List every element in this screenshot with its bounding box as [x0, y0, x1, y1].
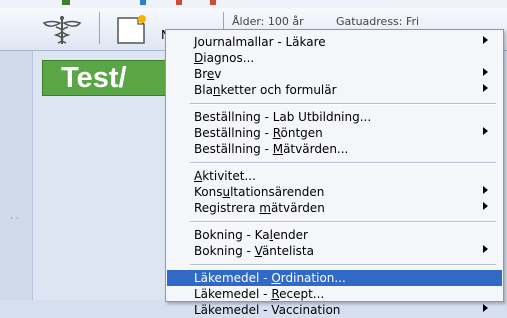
menu-item-brev[interactable]: Brev	[167, 66, 502, 82]
submenu-arrow-icon	[483, 36, 488, 44]
menu-item-läkemedel-ordination[interactable]: Läkemedel - Ordination...	[167, 270, 502, 286]
patient-banner: Test/	[42, 60, 184, 96]
menu-separator	[190, 103, 496, 105]
left-panel	[0, 51, 33, 300]
new-document-icon[interactable]	[112, 13, 150, 45]
menu-item-label: Beställning - Röntgen	[194, 126, 323, 140]
menu-separator	[190, 221, 496, 223]
menu-item-bokning-väntelista[interactable]: Bokning - Väntelista	[167, 243, 502, 259]
submenu-arrow-icon	[483, 127, 488, 135]
menu-item-label: Registrera mätvärden	[194, 201, 325, 215]
menu-separator	[190, 162, 496, 164]
menu-item-label: Beställning - Lab Utbildning...	[194, 110, 372, 124]
menu-item-diagnos[interactable]: Diagnos...	[167, 50, 502, 66]
tick-mark: · ·	[10, 214, 19, 224]
menu-item-läkemedel-vaccination[interactable]: Läkemedel - Vaccination	[167, 302, 502, 318]
menu-item-label: Konsultationsärenden	[194, 185, 325, 199]
caduceus-icon[interactable]	[40, 15, 84, 45]
submenu-arrow-icon	[483, 202, 488, 210]
menu-item-beställning-lab-utbildning[interactable]: Beställning - Lab Utbildning...	[167, 109, 502, 125]
menu-item-label: Brev	[194, 67, 222, 81]
menu-item-label: Aktivitet...	[194, 169, 256, 183]
submenu-arrow-icon	[483, 84, 488, 92]
menu-item-konsultationsärenden[interactable]: Konsultationsärenden	[167, 184, 502, 200]
patient-banner-text: Test/	[61, 62, 127, 94]
address-label: Gatuadress: Fri	[336, 15, 420, 28]
toolbar-separator	[99, 12, 100, 44]
menu-separator	[190, 264, 496, 266]
submenu-arrow-icon	[483, 68, 488, 76]
menu-item-label: Beställning - Mätvärden...	[194, 142, 349, 156]
menu-item-label: Läkemedel - Ordination...	[194, 271, 346, 285]
menu-item-beställning-röntgen[interactable]: Beställning - Röntgen	[167, 125, 502, 141]
submenu-arrow-icon	[483, 186, 488, 194]
menu-item-label: Bokning - Kalender	[194, 228, 308, 242]
age-label: Ålder: 100 år	[232, 15, 304, 28]
menu-item-label: Blanketter och formulär	[194, 83, 337, 97]
menu-item-aktivitet[interactable]: Aktivitet...	[167, 168, 502, 184]
menu-item-label: Bokning - Väntelista	[194, 244, 314, 258]
menu-item-journalmallar-läkare[interactable]: Journalmallar - Läkare	[167, 34, 502, 50]
submenu-arrow-icon	[483, 245, 488, 253]
menu-item-label: Diagnos...	[194, 51, 255, 65]
menu-item-blanketter-och-formulär[interactable]: Blanketter och formulär	[167, 82, 502, 98]
menu-item-label: Läkemedel - Vaccination	[194, 303, 341, 317]
submenu-arrow-icon	[483, 304, 488, 312]
menu-item-registrera-mätvärden[interactable]: Registrera mätvärden	[167, 200, 502, 216]
menu-item-bokning-kalender[interactable]: Bokning - Kalender	[167, 227, 502, 243]
menu-item-beställning-mätvärden[interactable]: Beställning - Mätvärden...	[167, 141, 502, 157]
context-menu: Journalmallar - Läkare Diagnos... Brev Blan…	[165, 29, 504, 317]
menu-item-label: Journalmallar - Läkare	[194, 35, 326, 49]
